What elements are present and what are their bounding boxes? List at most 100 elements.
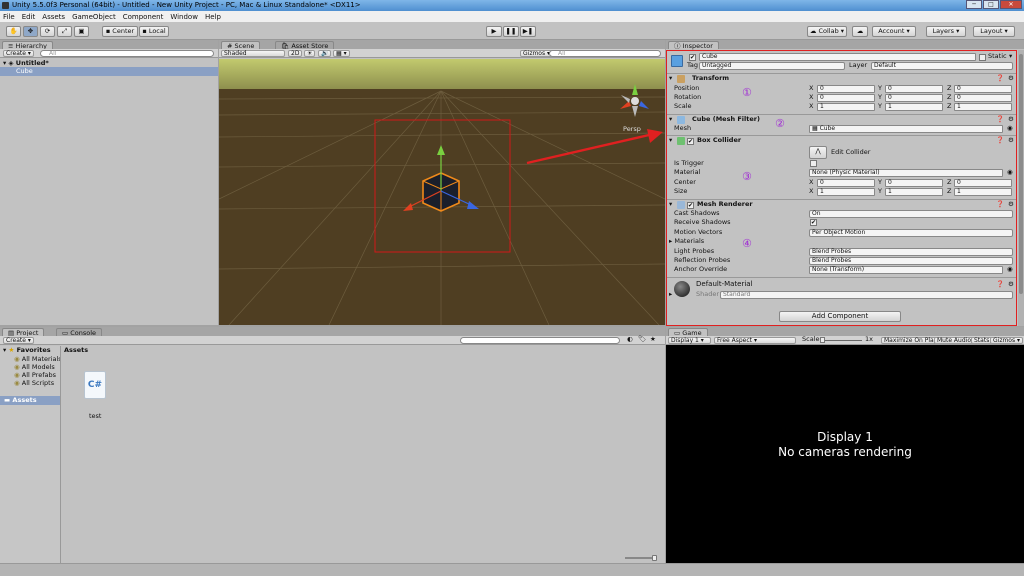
position-z-field[interactable]: 0 (954, 85, 1012, 93)
collider-material-field[interactable]: None (Physic Material) (809, 169, 1003, 177)
inspector-scrollbar[interactable] (1018, 50, 1024, 326)
static-dropdown-chevron-icon[interactable]: ▾ (1009, 52, 1012, 61)
gear-icon[interactable]: ⚙ (1008, 115, 1014, 124)
hierarchy-item-cube[interactable]: Cube (0, 67, 218, 76)
scale-x-field[interactable]: 1 (817, 103, 875, 111)
rotation-z-field[interactable]: 0 (954, 94, 1012, 102)
materials-foldout[interactable]: ▸ Materials (669, 237, 704, 246)
favorite-star-icon[interactable]: ★ (650, 335, 656, 344)
cast-shadows-dropdown[interactable]: On (809, 210, 1013, 218)
add-component-button[interactable]: Add Component (779, 311, 901, 322)
pivot-toggle[interactable]: ▪ Center (102, 26, 138, 37)
center-x-field[interactable]: 0 (817, 179, 875, 187)
menu-component[interactable]: Component (123, 13, 164, 21)
display-dropdown[interactable]: Display 1 ▾ (668, 337, 711, 344)
mesh-filter-foldout-icon[interactable]: ▾ (669, 115, 672, 124)
persp-label[interactable]: Persp (623, 125, 641, 133)
rect-tool-icon[interactable]: ▣ (74, 26, 89, 37)
size-z-field[interactable]: 1 (954, 188, 1012, 196)
tab-inspector[interactable]: ⓘ Inspector (668, 41, 719, 50)
space-toggle[interactable]: ▪ Local (139, 26, 169, 37)
gear-icon[interactable]: ⚙ (1008, 136, 1014, 145)
mesh-renderer-foldout-icon[interactable]: ▾ (669, 200, 672, 209)
static-checkbox[interactable] (979, 54, 986, 61)
receive-shadows-checkbox[interactable]: ✔ (810, 219, 817, 226)
hierarchy-search-input[interactable]: All (40, 50, 214, 57)
size-x-field[interactable]: 1 (817, 188, 875, 196)
position-x-field[interactable]: 0 (817, 85, 875, 93)
motion-vectors-dropdown[interactable]: Per Object Motion (809, 229, 1013, 237)
tab-asset-store[interactable]: 🛍 Asset Store (275, 41, 335, 50)
center-z-field[interactable]: 0 (954, 179, 1012, 187)
center-y-field[interactable]: 0 (885, 179, 943, 187)
help-icon[interactable]: ❓ (996, 200, 1004, 209)
maximize-button[interactable]: □ (983, 0, 999, 9)
tab-console[interactable]: ▭ Console (56, 328, 103, 337)
menu-assets[interactable]: Assets (42, 13, 65, 21)
gear-icon[interactable]: ⚙ (1008, 280, 1014, 289)
help-icon[interactable]: ❓ (996, 115, 1004, 124)
gear-icon[interactable]: ⚙ (1008, 74, 1014, 83)
cloud-icon[interactable]: ☁ (852, 26, 868, 37)
anchor-override-field[interactable]: None (Transform) (809, 266, 1003, 274)
project-create-button[interactable]: Create ▾ (3, 337, 34, 344)
menu-help[interactable]: Help (205, 13, 221, 21)
play-button[interactable]: ▶ (486, 26, 502, 37)
game-gizmos-dropdown[interactable]: Gizmos ▾ (990, 337, 1024, 344)
shader-dropdown[interactable]: Standard (720, 291, 1013, 299)
object-picker-icon[interactable]: ◉ (1007, 124, 1013, 133)
tag-dropdown[interactable]: Untagged (699, 62, 845, 70)
object-picker-icon[interactable]: ◉ (1007, 265, 1013, 274)
inspector-scroll-thumb[interactable] (1019, 54, 1023, 294)
is-trigger-checkbox[interactable] (810, 160, 817, 167)
position-y-field[interactable]: 0 (885, 85, 943, 93)
reflection-probes-dropdown[interactable]: Blend Probes (809, 257, 1013, 265)
assets-breadcrumb[interactable]: Assets (64, 346, 88, 355)
box-collider-header[interactable]: ▾ ✔ Box Collider ❓ ⚙ (667, 135, 1016, 146)
rotation-y-field[interactable]: 0 (885, 94, 943, 102)
account-dropdown[interactable]: Account ▾ (872, 26, 916, 37)
transform-header[interactable]: ▾ Transform ❓ ⚙ (667, 73, 1016, 84)
menu-window[interactable]: Window (170, 13, 198, 21)
shading-mode-dropdown[interactable]: Shaded (221, 50, 285, 57)
scene-search-input[interactable]: All (549, 50, 661, 57)
hierarchy-create-button[interactable]: Create ▾ (3, 50, 34, 57)
tab-project[interactable]: ▤ Project (2, 328, 45, 337)
assets-folder-item[interactable]: ▬ Assets (0, 396, 60, 405)
close-button[interactable]: ✕ (1000, 0, 1022, 9)
mute-audio-toggle[interactable]: Mute Audio (934, 337, 974, 344)
light-probes-dropdown[interactable]: Blend Probes (809, 248, 1013, 256)
rotate-tool-icon[interactable]: ⟳ (40, 26, 55, 37)
minimize-button[interactable]: ─ (966, 0, 982, 9)
project-search-input[interactable] (460, 337, 620, 344)
box-collider-enabled-checkbox[interactable]: ✔ (687, 138, 694, 145)
object-name-field[interactable]: Cube (699, 53, 976, 61)
aspect-dropdown[interactable]: Free Aspect ▾ (714, 337, 796, 344)
object-picker-icon[interactable]: ◉ (1007, 168, 1013, 177)
scale-tool-icon[interactable]: ⤢ (57, 26, 72, 37)
icon-size-slider[interactable] (625, 557, 655, 559)
audio-toggle-icon[interactable]: 🔊 (318, 50, 332, 57)
box-collider-foldout-icon[interactable]: ▾ (669, 136, 672, 145)
size-y-field[interactable]: 1 (885, 188, 943, 196)
menu-file[interactable]: File (3, 13, 15, 21)
gear-icon[interactable]: ⚙ (1008, 200, 1014, 209)
rotation-x-field[interactable]: 0 (817, 94, 875, 102)
material-foldout-icon[interactable]: ▸ (669, 290, 672, 299)
menu-edit[interactable]: Edit (22, 13, 36, 21)
favorites-header[interactable]: ▾ ★ Favorites (3, 346, 51, 355)
hand-tool-icon[interactable]: ✋ (6, 26, 21, 37)
filter-label-icon[interactable]: 🏷 (638, 335, 646, 344)
favorite-all-scripts[interactable]: ◉ All Scripts (14, 379, 54, 388)
2d-toggle[interactable]: 2D (288, 50, 303, 57)
filter-type-icon[interactable]: ◐ (627, 335, 633, 344)
move-tool-icon[interactable]: ✥ (23, 26, 38, 37)
pause-button[interactable]: ❚❚ (503, 26, 519, 37)
menu-gameobject[interactable]: GameObject (72, 13, 116, 21)
lighting-toggle-icon[interactable]: ☀ (304, 50, 316, 57)
tab-hierarchy[interactable]: ≡ Hierarchy (2, 41, 53, 50)
help-icon[interactable]: ❓ (996, 74, 1004, 83)
layer-dropdown[interactable]: Default (871, 62, 1013, 70)
tab-scene[interactable]: # Scene (221, 41, 261, 50)
mesh-renderer-enabled-checkbox[interactable]: ✔ (687, 202, 694, 209)
